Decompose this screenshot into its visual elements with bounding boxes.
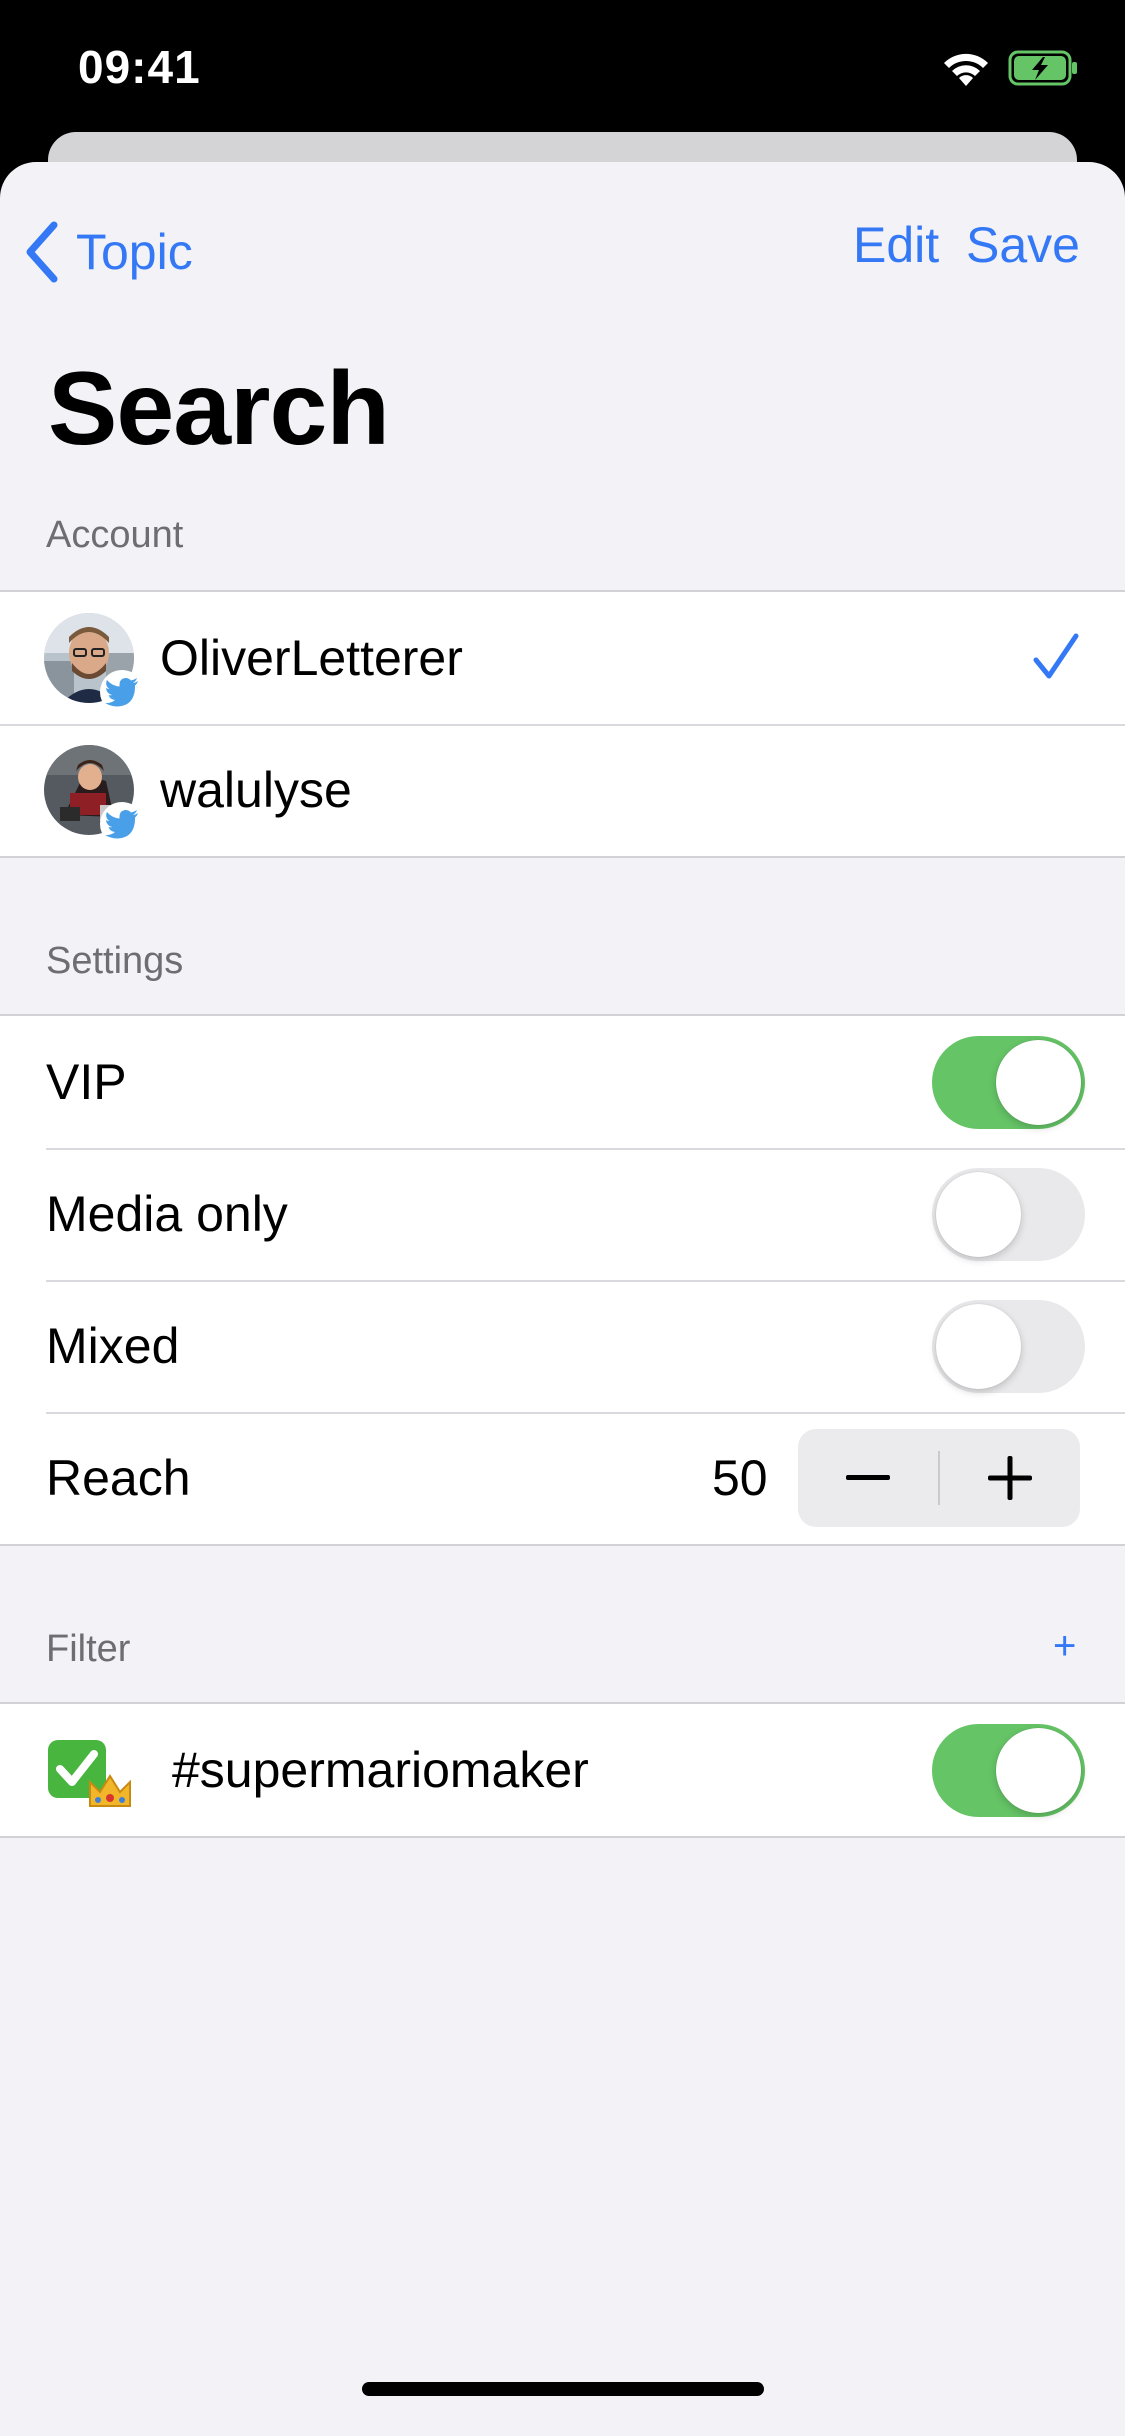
status-bar: 09:41 bbox=[0, 0, 1125, 140]
setting-label: VIP bbox=[46, 1054, 127, 1110]
page-title: Search bbox=[48, 351, 390, 467]
setting-row-reach: Reach 50 bbox=[0, 1412, 1125, 1544]
modal-sheet: Topic Edit Save Search Account OliverLet… bbox=[0, 162, 1125, 2436]
battery-icon bbox=[1008, 50, 1080, 91]
edit-button[interactable]: Edit bbox=[853, 216, 939, 274]
add-filter-button[interactable]: + bbox=[1053, 1624, 1076, 1669]
twitter-bird-icon bbox=[100, 802, 144, 846]
twitter-bird-icon bbox=[100, 670, 144, 714]
home-indicator bbox=[362, 2382, 764, 2396]
back-button-label: Topic bbox=[76, 224, 193, 280]
checkmark-icon bbox=[1032, 632, 1080, 687]
setting-label: Reach bbox=[46, 1450, 191, 1506]
account-row-oliverletterer[interactable]: OliverLetterer bbox=[0, 592, 1125, 724]
settings-list: VIP Media only Mixed Reach 50 bbox=[0, 1014, 1125, 1546]
media-only-toggle[interactable] bbox=[932, 1167, 1085, 1261]
setting-row-media-only: Media only bbox=[0, 1148, 1125, 1280]
setting-row-vip: VIP bbox=[0, 1016, 1125, 1148]
decrement-button[interactable] bbox=[798, 1429, 938, 1527]
section-header-settings: Settings bbox=[46, 940, 184, 982]
chevron-left-icon bbox=[26, 221, 58, 283]
vip-toggle[interactable] bbox=[932, 1035, 1085, 1129]
section-header-account: Account bbox=[46, 514, 184, 556]
minus-icon bbox=[846, 1475, 890, 1480]
setting-label: Media only bbox=[46, 1186, 288, 1242]
check-crown-emoji-icon bbox=[46, 1738, 138, 1808]
status-time: 09:41 bbox=[78, 41, 201, 93]
mixed-toggle[interactable] bbox=[932, 1299, 1085, 1393]
account-list: OliverLetterer walulyse bbox=[0, 590, 1125, 858]
account-name: OliverLetterer bbox=[160, 630, 463, 686]
filter-list: #supermariomaker bbox=[0, 1702, 1125, 1838]
section-header-filter: Filter bbox=[46, 1628, 131, 1670]
reach-stepper[interactable] bbox=[798, 1429, 1080, 1527]
filter-hashtag: #supermariomaker bbox=[172, 1742, 589, 1798]
filter-row: #supermariomaker bbox=[0, 1704, 1125, 1836]
account-row-walulyse[interactable]: walulyse bbox=[0, 724, 1125, 856]
reach-value: 50 bbox=[712, 1450, 768, 1506]
setting-row-mixed: Mixed bbox=[0, 1280, 1125, 1412]
save-button[interactable]: Save bbox=[966, 216, 1080, 274]
setting-label: Mixed bbox=[46, 1318, 180, 1374]
plus-icon bbox=[988, 1456, 1032, 1500]
back-button[interactable]: Topic bbox=[24, 212, 193, 292]
increment-button[interactable] bbox=[940, 1429, 1080, 1527]
wifi-icon bbox=[940, 50, 992, 93]
filter-toggle[interactable] bbox=[932, 1723, 1085, 1817]
account-name: walulyse bbox=[160, 762, 352, 818]
